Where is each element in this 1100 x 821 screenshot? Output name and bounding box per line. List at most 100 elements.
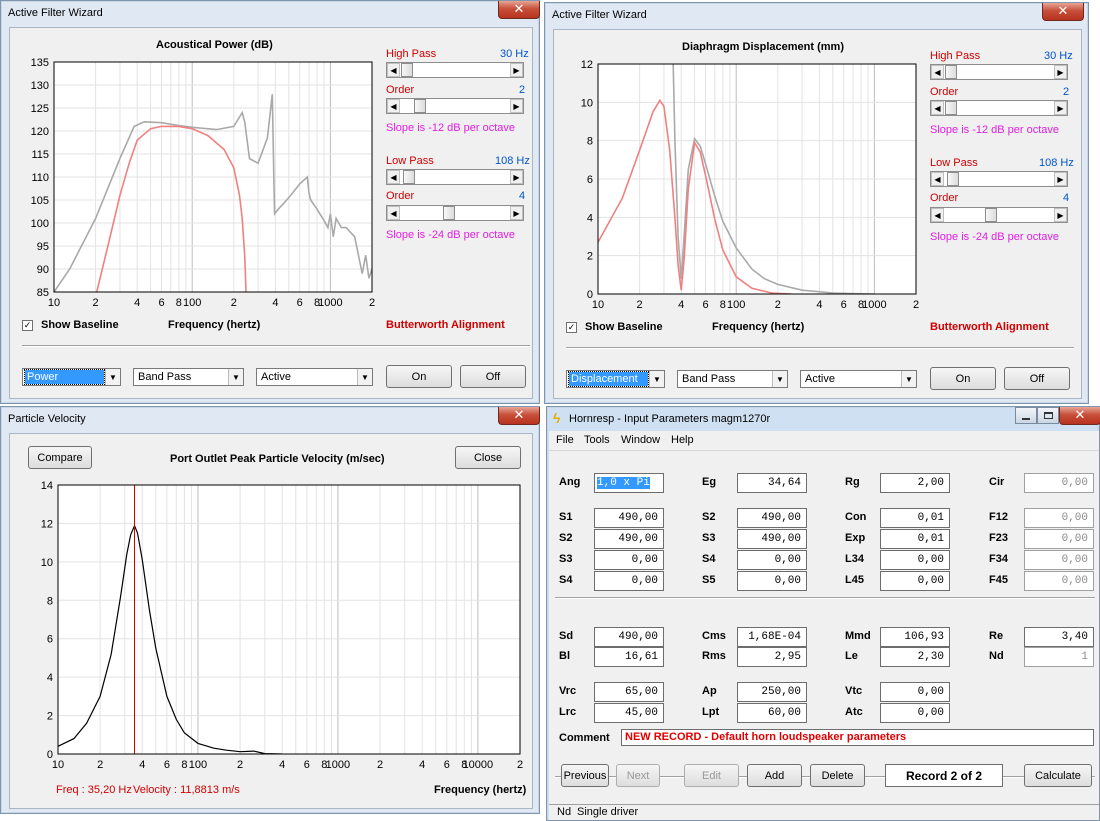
param-field-s4[interactable]: 0,00 bbox=[594, 571, 664, 591]
slider-thumb[interactable] bbox=[414, 99, 426, 113]
window-1-close-button[interactable]: ✕ bbox=[498, 1, 540, 19]
slider-thumb[interactable] bbox=[947, 172, 959, 186]
chevron-down-icon[interactable]: ▼ bbox=[901, 371, 916, 387]
scroll-left-arrow-icon[interactable]: ◀ bbox=[931, 208, 944, 222]
param-field-cir[interactable]: 0,00 bbox=[1024, 473, 1094, 493]
chevron-down-icon[interactable]: ▼ bbox=[649, 371, 664, 387]
show-baseline-checkbox[interactable]: ✓ bbox=[566, 322, 577, 333]
param-field-s1[interactable]: 490,00 bbox=[594, 508, 664, 528]
slider-thumb[interactable] bbox=[945, 65, 957, 79]
param-field-mmd[interactable]: 106,93 bbox=[880, 627, 950, 647]
scroll-right-arrow-icon[interactable]: ▶ bbox=[510, 206, 523, 220]
param-field-rg[interactable]: 2,00 bbox=[880, 473, 950, 493]
chevron-down-icon[interactable]: ▼ bbox=[357, 369, 372, 385]
param-field-l34[interactable]: 0,00 bbox=[880, 550, 950, 570]
scroll-left-arrow-icon[interactable]: ◀ bbox=[387, 63, 400, 77]
param-field-con[interactable]: 0,01 bbox=[880, 508, 950, 528]
previous-button[interactable]: Previous bbox=[561, 764, 609, 787]
on-button[interactable]: On bbox=[930, 367, 996, 390]
param-field-rms[interactable]: 2,95 bbox=[737, 647, 807, 667]
hp-order-slider[interactable]: ◀ ▶ bbox=[386, 98, 524, 114]
mode-dropdown[interactable]: Active ▼ bbox=[800, 370, 917, 388]
filter-type-dropdown[interactable]: Band Pass ▼ bbox=[133, 368, 244, 386]
window-1-titlebar[interactable]: Active Filter Wizard bbox=[1, 1, 539, 25]
compare-button[interactable]: Compare bbox=[28, 446, 92, 469]
param-field-f12[interactable]: 0,00 bbox=[1024, 508, 1094, 528]
param-field-atc[interactable]: 0,00 bbox=[880, 703, 950, 723]
slider-thumb[interactable] bbox=[401, 63, 413, 77]
param-field-exp[interactable]: 0,01 bbox=[880, 529, 950, 549]
next-button[interactable]: Next bbox=[616, 764, 660, 787]
param-field-sd[interactable]: 490,00 bbox=[594, 627, 664, 647]
param-field-re[interactable]: 3,40 bbox=[1024, 627, 1094, 647]
on-button[interactable]: On bbox=[386, 365, 452, 388]
param-field-ap[interactable]: 250,00 bbox=[737, 682, 807, 702]
slider-thumb[interactable] bbox=[945, 101, 957, 115]
off-button[interactable]: Off bbox=[1004, 367, 1070, 390]
window-4-close-button[interactable]: ✕ bbox=[1059, 407, 1100, 425]
window-2-close-button[interactable]: ✕ bbox=[1042, 3, 1084, 21]
param-field-le[interactable]: 2,30 bbox=[880, 647, 950, 667]
show-baseline-label[interactable]: Show Baseline bbox=[41, 319, 119, 331]
param-field-s3[interactable]: 0,00 bbox=[594, 550, 664, 570]
param-field-f23[interactable]: 0,00 bbox=[1024, 529, 1094, 549]
param-field-vrc[interactable]: 65,00 bbox=[594, 682, 664, 702]
slider-thumb[interactable] bbox=[403, 170, 415, 184]
param-field-s3[interactable]: 490,00 bbox=[737, 529, 807, 549]
param-field-lrc[interactable]: 45,00 bbox=[594, 703, 664, 723]
param-field-l45[interactable]: 0,00 bbox=[880, 571, 950, 591]
filter-type-dropdown[interactable]: Band Pass ▼ bbox=[677, 370, 788, 388]
minimize-icon[interactable] bbox=[1015, 407, 1037, 424]
slider-thumb[interactable] bbox=[443, 206, 455, 220]
low-pass-slider[interactable]: ◀ ▶ bbox=[930, 171, 1068, 187]
scroll-right-arrow-icon[interactable]: ▶ bbox=[1054, 208, 1067, 222]
slider-thumb[interactable] bbox=[985, 208, 997, 222]
high-pass-slider[interactable]: ◀ ▶ bbox=[930, 64, 1068, 80]
low-pass-slider[interactable]: ◀ ▶ bbox=[386, 169, 524, 185]
lp-order-slider[interactable]: ◀ ▶ bbox=[386, 205, 524, 221]
delete-button[interactable]: Delete bbox=[810, 764, 865, 787]
window-3-titlebar[interactable]: Particle Velocity bbox=[1, 407, 539, 431]
show-baseline-checkbox[interactable]: ✓ bbox=[22, 320, 33, 331]
scroll-left-arrow-icon[interactable]: ◀ bbox=[387, 99, 400, 113]
lp-order-slider[interactable]: ◀ ▶ bbox=[930, 207, 1068, 223]
param-field-vtc[interactable]: 0,00 bbox=[880, 682, 950, 702]
scroll-right-arrow-icon[interactable]: ▶ bbox=[1054, 101, 1067, 115]
param-field-eg[interactable]: 34,64 bbox=[737, 473, 807, 493]
view-dropdown[interactable]: Power ▼ bbox=[22, 368, 121, 386]
param-field-cms[interactable]: 1,68E-04 bbox=[737, 627, 807, 647]
param-field-f34[interactable]: 0,00 bbox=[1024, 550, 1094, 570]
scroll-right-arrow-icon[interactable]: ▶ bbox=[510, 170, 523, 184]
calculate-button[interactable]: Calculate bbox=[1024, 764, 1092, 787]
show-baseline-label[interactable]: Show Baseline bbox=[585, 321, 663, 333]
param-field-s2[interactable]: 490,00 bbox=[737, 508, 807, 528]
comment-field[interactable]: NEW RECORD - Default horn loudspeaker pa… bbox=[621, 729, 1094, 746]
mode-dropdown[interactable]: Active ▼ bbox=[256, 368, 373, 386]
param-field-nd[interactable]: 1 bbox=[1024, 647, 1094, 667]
scroll-right-arrow-icon[interactable]: ▶ bbox=[1054, 172, 1067, 186]
add-button[interactable]: Add bbox=[747, 764, 802, 787]
scroll-right-arrow-icon[interactable]: ▶ bbox=[1054, 65, 1067, 79]
scroll-left-arrow-icon[interactable]: ◀ bbox=[387, 170, 400, 184]
scroll-left-arrow-icon[interactable]: ◀ bbox=[931, 172, 944, 186]
param-field-bl[interactable]: 16,61 bbox=[594, 647, 664, 667]
view-dropdown[interactable]: Displacement ▼ bbox=[566, 370, 665, 388]
close-button[interactable]: Close bbox=[455, 446, 521, 469]
param-field-f45[interactable]: 0,00 bbox=[1024, 571, 1094, 591]
high-pass-slider[interactable]: ◀ ▶ bbox=[386, 62, 524, 78]
scroll-right-arrow-icon[interactable]: ▶ bbox=[510, 99, 523, 113]
param-field-ang[interactable]: 1,0 x Pi bbox=[594, 473, 664, 493]
scroll-left-arrow-icon[interactable]: ◀ bbox=[387, 206, 400, 220]
chevron-down-icon[interactable]: ▼ bbox=[772, 371, 787, 387]
off-button[interactable]: Off bbox=[460, 365, 526, 388]
param-field-s2[interactable]: 490,00 bbox=[594, 529, 664, 549]
maximize-icon[interactable] bbox=[1037, 407, 1059, 424]
scroll-right-arrow-icon[interactable]: ▶ bbox=[510, 63, 523, 77]
param-field-lpt[interactable]: 60,00 bbox=[737, 703, 807, 723]
chevron-down-icon[interactable]: ▼ bbox=[105, 369, 120, 385]
edit-button[interactable]: Edit bbox=[684, 764, 739, 787]
chevron-down-icon[interactable]: ▼ bbox=[228, 369, 243, 385]
scroll-left-arrow-icon[interactable]: ◀ bbox=[931, 101, 944, 115]
window-2-titlebar[interactable]: Active Filter Wizard bbox=[545, 3, 1088, 27]
param-field-s4[interactable]: 0,00 bbox=[737, 550, 807, 570]
